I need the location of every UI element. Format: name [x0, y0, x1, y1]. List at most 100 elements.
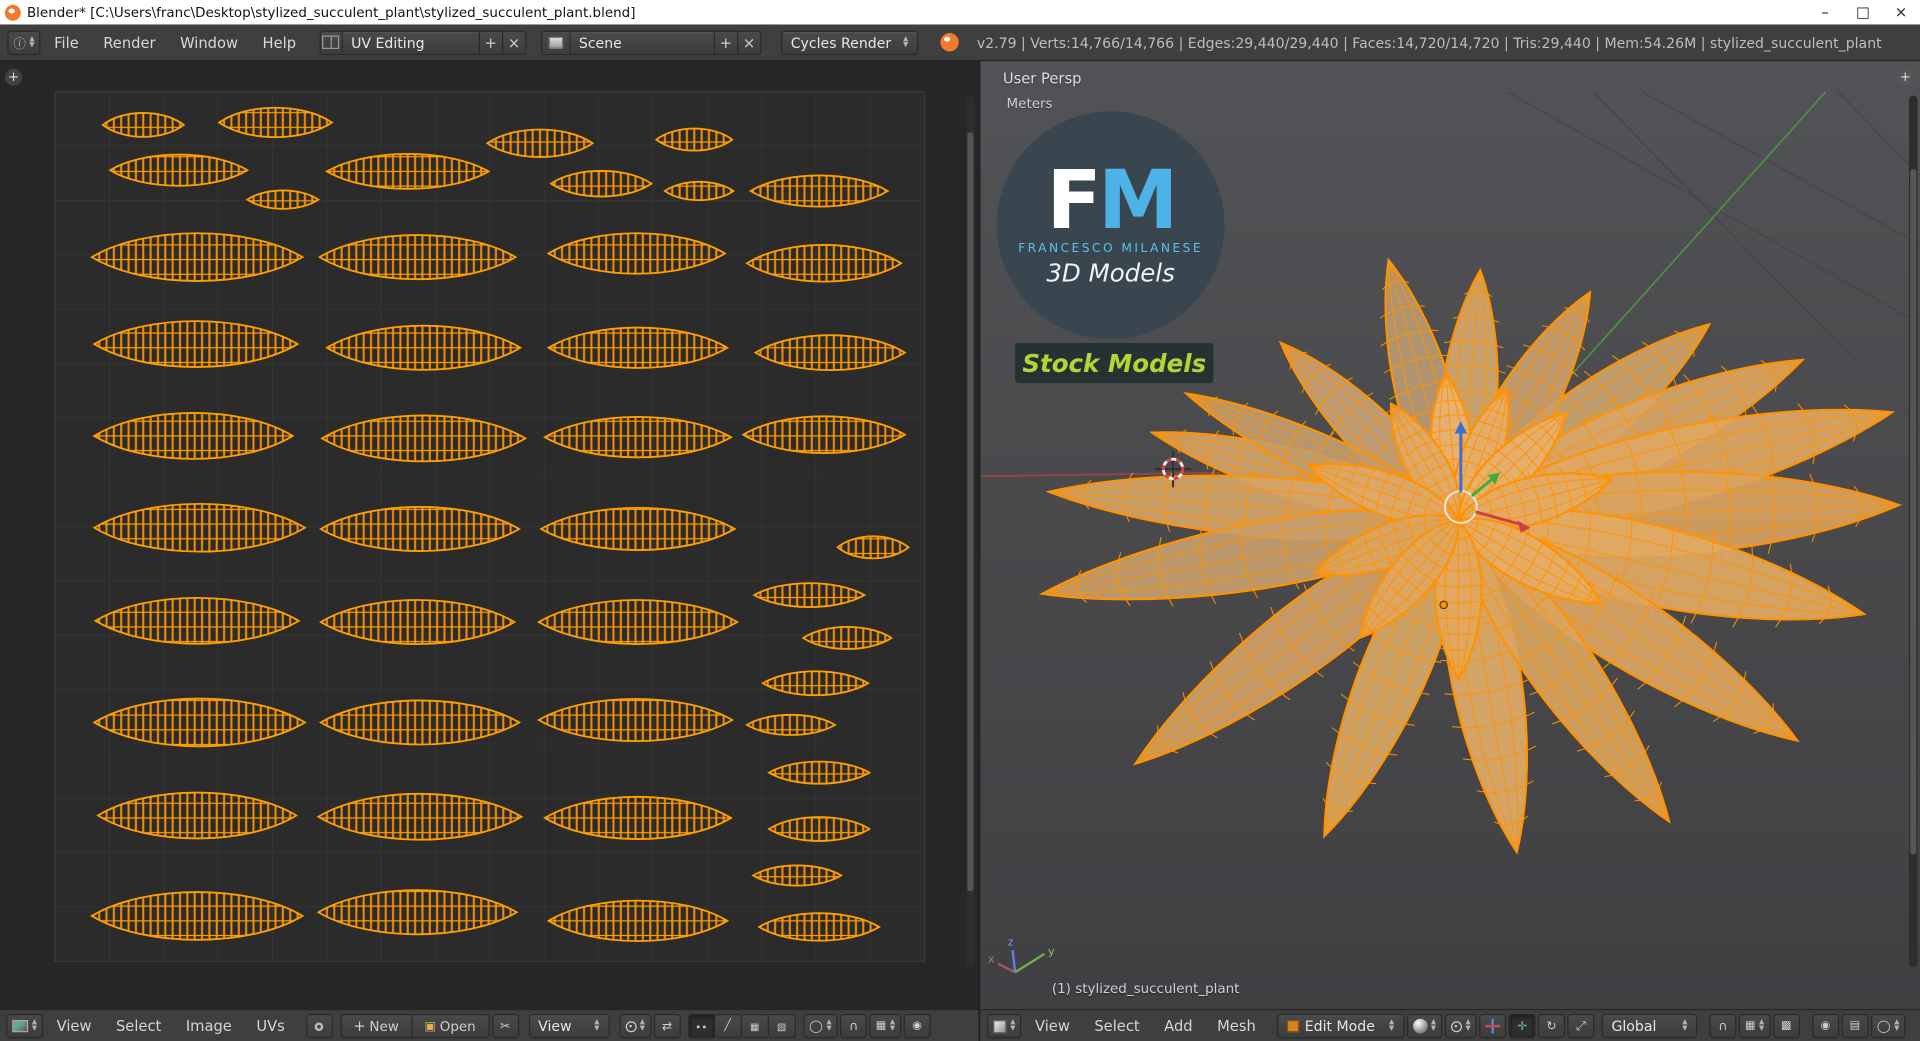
scrollbar-thumb[interactable]: [1910, 168, 1917, 855]
uv-menu-select[interactable]: Select: [105, 1014, 172, 1038]
snap-increment-icon: ▦: [875, 1020, 887, 1033]
viewport-3d-icon: [993, 1019, 1007, 1033]
rotate-manipulator-button[interactable]: ↻: [1538, 1013, 1565, 1039]
chevron-updown-icon: ▲ ▼: [826, 1018, 832, 1033]
mode-dropdown[interactable]: Edit Mode ▲ ▼: [1276, 1013, 1404, 1039]
proportional-edit-button[interactable]: ◯ ▲ ▼: [802, 1013, 838, 1039]
folder-icon: ▣: [424, 1019, 437, 1033]
add-layout-button[interactable]: +: [479, 30, 503, 55]
magnet-icon: ∩: [849, 1019, 859, 1033]
sync-uv-selection-button[interactable]: ⇄: [653, 1013, 681, 1039]
snap-toggle-button-uv[interactable]: ∩: [840, 1013, 868, 1039]
open-image-button[interactable]: ▣ Open: [412, 1013, 490, 1039]
pivot-icon: [1450, 1020, 1462, 1032]
axis-label-y: y: [1048, 945, 1055, 958]
display-channels-value: View: [538, 1017, 572, 1035]
orientation-dropdown[interactable]: Global ▲ ▼: [1601, 1013, 1698, 1039]
editor-type-button-uv[interactable]: ▲ ▼: [6, 1013, 44, 1039]
rotate-icon: ↻: [1546, 1019, 1557, 1033]
vp-menu-add[interactable]: Add: [1153, 1014, 1203, 1038]
units-overlay: Meters: [1006, 95, 1053, 112]
vertex-select-button[interactable]: ∙∙: [687, 1013, 715, 1039]
shading-sphere-icon: [1412, 1018, 1428, 1034]
uv-menu-view[interactable]: View: [46, 1014, 103, 1038]
menu-window[interactable]: Window: [169, 30, 249, 54]
plus-icon: +: [353, 1017, 366, 1035]
axis-label-x: x: [988, 952, 995, 965]
sync-icon: ⇄: [661, 1019, 673, 1033]
occlude-geometry-button[interactable]: ▩: [1772, 1013, 1800, 1039]
scrollbar-thumb[interactable]: [967, 132, 974, 892]
menu-render[interactable]: Render: [92, 30, 166, 54]
display-channels-dropdown[interactable]: View ▲ ▼: [528, 1013, 610, 1039]
viewport-shading-dropdown[interactable]: ▲ ▼: [1406, 1013, 1443, 1039]
menu-file[interactable]: File: [43, 30, 90, 54]
image-pin-button[interactable]: [305, 1013, 333, 1039]
render-engine-dropdown[interactable]: Cycles Render ▲ ▼: [780, 30, 919, 55]
scale-manipulator-button[interactable]: ⤢: [1567, 1013, 1595, 1039]
fm-logo: FM FRANCESCO MILANESE 3D Models: [996, 111, 1225, 340]
render-slot-button[interactable]: ◉: [903, 1013, 931, 1039]
opengl-render-anim-button[interactable]: ▤: [1841, 1013, 1869, 1039]
axis-label-z: z: [1008, 935, 1014, 948]
proportional-edit-button-3d[interactable]: ◯ ▲ ▼: [1870, 1013, 1906, 1039]
translate-manipulator-button[interactable]: ✛: [1508, 1013, 1536, 1039]
chevron-updown-icon: ▲ ▼: [29, 34, 35, 49]
pivot-point-dropdown[interactable]: ▲ ▼: [1444, 1013, 1477, 1039]
title-bar: Blender* [C:\Users\franc\Desktop\stylize…: [0, 0, 1920, 25]
snap-toggle-button[interactable]: ∩: [1709, 1013, 1737, 1039]
minimize-button[interactable]: –: [1806, 0, 1844, 24]
uv-canvas-svg[interactable]: [0, 61, 978, 1009]
blender-app-icon: [4, 4, 21, 21]
uv-menu-uvs[interactable]: UVs: [245, 1014, 296, 1038]
island-select-button[interactable]: ▧: [768, 1013, 796, 1039]
manipulator-toggle-button[interactable]: [1479, 1013, 1507, 1039]
uv-image-editor: + ▲ ▼ View Select Image UVs + New ▣ Open…: [0, 61, 980, 1041]
menu-help[interactable]: Help: [251, 30, 307, 54]
scene-browse-button[interactable]: [540, 30, 571, 55]
remove-layout-button[interactable]: ×: [502, 30, 527, 55]
edge-select-button[interactable]: ╱: [714, 1013, 742, 1039]
maximize-button[interactable]: □: [1844, 0, 1882, 24]
magnet-icon: ∩: [1718, 1019, 1728, 1033]
screen-layout-dropdown[interactable]: UV Editing: [342, 30, 480, 55]
viewport-canvas[interactable]: z y x User Persp Meters FM FRANCESCO MIL…: [980, 61, 1920, 1009]
vp-menu-select[interactable]: Select: [1083, 1014, 1150, 1038]
snap-increment-icon: ▦: [1744, 1020, 1756, 1033]
screen-layout-browse-button[interactable]: [319, 30, 343, 55]
vp-vertical-scrollbar[interactable]: [1908, 95, 1918, 968]
vp-menu-mesh[interactable]: Mesh: [1206, 1014, 1267, 1038]
translate-icon: ✛: [1516, 1019, 1528, 1033]
face-select-button[interactable]: ▦: [741, 1013, 769, 1039]
new-image-button[interactable]: + New: [339, 1013, 413, 1039]
vp-menu-view[interactable]: View: [1024, 1014, 1081, 1038]
chevron-updown-icon: ▲ ▼: [639, 1018, 645, 1033]
pivot-point-button-uv[interactable]: ▲ ▼: [618, 1013, 652, 1039]
chevron-updown-icon: ▲ ▼: [31, 1018, 38, 1033]
fm-letter-f: F: [1046, 152, 1101, 247]
remove-scene-button[interactable]: ×: [738, 30, 762, 55]
editor-type-button-info[interactable]: ⓘ ▲ ▼: [7, 30, 41, 55]
editor-type-button-3d[interactable]: ▲ ▼: [986, 1013, 1022, 1039]
chevron-updown-icon: ▲ ▼: [594, 1018, 600, 1033]
stock-models-badge: Stock Models: [1015, 342, 1214, 384]
chevron-updown-icon: ▲ ▼: [1010, 1018, 1016, 1033]
region-expand-icon[interactable]: +: [4, 68, 23, 86]
fm-logo-letters: FM: [1046, 159, 1178, 240]
opengl-render-image-button[interactable]: ◉: [1811, 1013, 1839, 1039]
face-select-icon: ▦: [749, 1020, 760, 1032]
viewport-header: ▲ ▼ View Select Add Mesh Edit Mode ▲ ▼ ▲ ▼ …: [980, 1008, 1920, 1041]
close-button[interactable]: ×: [1882, 0, 1920, 24]
new-image-label: New: [369, 1018, 399, 1035]
scene-value: Scene: [578, 33, 622, 51]
uv-menu-image[interactable]: Image: [175, 1014, 243, 1038]
uv-vertical-scrollbar[interactable]: [966, 95, 975, 968]
region-expand-icon[interactable]: +: [1896, 68, 1914, 86]
snap-target-dropdown[interactable]: ▦ ▲ ▼: [1738, 1013, 1771, 1039]
add-scene-button[interactable]: +: [714, 30, 739, 55]
unlink-image-button[interactable]: ✂: [491, 1013, 519, 1039]
uv-canvas[interactable]: +: [0, 61, 979, 1009]
scene-dropdown[interactable]: Scene: [570, 30, 715, 55]
view-name-overlay: User Persp: [1002, 69, 1082, 87]
snap-target-dropdown-uv[interactable]: ▦ ▲ ▼: [869, 1013, 902, 1039]
